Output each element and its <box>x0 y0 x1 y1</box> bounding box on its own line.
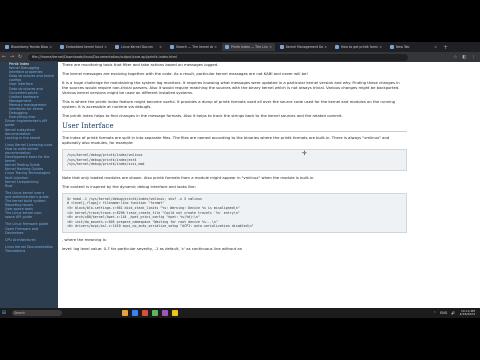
mouse-cursor-icon: ✛ <box>302 150 308 157</box>
url-field[interactable]: file:///home/kernel/Downloads/linux/Docu… <box>28 53 408 61</box>
tab-label: New Tab <box>396 45 410 49</box>
page: Printk Index Kernel Debugging Interface pr… <box>0 62 480 308</box>
tab-6[interactable]: How to get printk format s× <box>332 43 385 51</box>
tab-label: Embedded kernel funct. <box>66 45 104 49</box>
paragraph: The content is inspired by the dynamic d… <box>62 183 196 189</box>
menu-icon[interactable]: ⋮ <box>472 55 477 60</box>
tab-label: Search — The kernel development p <box>176 45 214 49</box>
forward-arrow-icon[interactable]: → <box>8 54 16 60</box>
tab-label: Bloomberg Yanida Bloom <box>11 45 49 49</box>
paragraph: , where the meaning is: <box>62 236 107 242</box>
tab-5[interactable]: Kernel Management Docum× <box>277 43 330 51</box>
tab-7[interactable]: New Tab × <box>387 43 440 51</box>
favicon-icon <box>225 45 229 49</box>
tab-1[interactable]: Embedded kernel funct. × <box>57 43 110 51</box>
close-icon[interactable]: × <box>269 45 272 49</box>
taskbar-app-icon[interactable] <box>142 310 148 316</box>
toolbar-icons: ☆ ◧ ⋮ <box>453 55 476 60</box>
taskbar-app-icon[interactable] <box>152 310 158 316</box>
tab-label: Kernel Management Docum <box>286 45 324 49</box>
volume-icon[interactable]: 🔊 <box>451 311 455 315</box>
extensions-icon[interactable]: ◧ <box>462 55 466 60</box>
url-text: file:///home/kernel/Downloads/linux/Docu… <box>32 55 177 59</box>
sidebar-item[interactable]: Translations <box>0 249 58 253</box>
new-tab-button[interactable]: + <box>443 44 448 51</box>
system-tray: ⌃ ENG 🔊 10:14 PM 4/18/2024 <box>433 309 475 317</box>
clock[interactable]: 10:14 PM 4/18/2024 <box>459 309 475 317</box>
paragraph: It is a huge challenge for maintaining t… <box>62 80 400 95</box>
back-arrow-icon[interactable]: ← <box>0 54 8 60</box>
close-icon[interactable]: × <box>324 45 327 49</box>
paragraph: The kernel messages are evolving togethe… <box>62 71 308 76</box>
clock-date: 4/18/2024 <box>459 312 475 316</box>
main-content: There are monitoring tools that filter a… <box>62 62 407 308</box>
close-icon[interactable]: × <box>104 45 107 49</box>
favicon-icon <box>170 45 174 49</box>
paragraph: Note that only loaded modules are shown.… <box>62 174 315 180</box>
paragraph: The index of printk formats are split in… <box>62 135 390 145</box>
tab-0[interactable]: Bloomberg Yanida Bloom × <box>2 43 55 51</box>
code-block: $> head -1 /sys/kernel/debug/printk/inde… <box>62 192 407 233</box>
taskbar-apps <box>122 310 178 316</box>
close-icon[interactable]: × <box>434 45 437 49</box>
paragraph: level: log level value: 0-7 for particul… <box>62 245 243 251</box>
close-icon[interactable]: × <box>159 45 162 49</box>
reload-icon[interactable]: ↻ <box>16 54 24 60</box>
taskbar: ⊞ Search ⌃ ENG 🔊 10:14 PM 4/18/2024 <box>0 308 480 318</box>
sidebar: Printk Index Kernel Debugging Interface pr… <box>0 62 58 308</box>
paragraph: There are monitoring tools that filter a… <box>62 62 219 67</box>
screen: Bloomberg Yanida Bloom × Embedded kernel … <box>0 42 480 318</box>
tab-3[interactable]: Search — The kernel development p× <box>167 43 220 51</box>
favicon-icon <box>60 45 64 49</box>
taskbar-app-icon[interactable] <box>122 310 128 316</box>
tab-label: Linux Kernel Docum <box>121 45 153 49</box>
tab-2[interactable]: Linux Kernel Docum × <box>112 43 165 51</box>
close-icon[interactable]: × <box>379 45 382 49</box>
search-placeholder: Search <box>14 311 25 315</box>
favicon-icon <box>5 45 9 49</box>
favicon-icon <box>280 45 284 49</box>
taskbar-app-icon[interactable] <box>132 310 138 316</box>
tab-4-active[interactable]: Printk Index — The Linux Kern× <box>222 43 275 51</box>
tray-item[interactable]: ⌃ <box>433 311 436 315</box>
favicon-icon <box>335 45 339 49</box>
sidebar-item[interactable]: Linux Tracing Technologies <box>0 171 58 175</box>
address-bar: ← → ↻ file:///home/kernel/Downloads/linu… <box>0 52 480 62</box>
favicon-icon <box>115 45 119 49</box>
paragraph: This is where the printk index feature m… <box>62 99 396 109</box>
letterbox-top <box>0 0 480 42</box>
taskbar-search[interactable]: Search <box>12 310 62 316</box>
taskbar-app-icon[interactable] <box>172 310 178 316</box>
paragraph: The printk index helps to find changes i… <box>62 113 343 118</box>
tab-bar: Bloomberg Yanida Bloom × Embedded kernel … <box>0 42 480 52</box>
taskbar-app-icon[interactable] <box>162 310 168 316</box>
tray-item[interactable]: ENG <box>440 311 447 315</box>
start-icon[interactable]: ⊞ <box>0 310 8 316</box>
tab-label: How to get printk format s <box>341 45 378 49</box>
favicon-icon <box>390 45 394 49</box>
code-block: /sys/kernel/debug/printk/index/vmlinux /… <box>62 149 407 171</box>
close-icon[interactable]: × <box>214 45 217 49</box>
star-icon[interactable]: ☆ <box>453 55 457 60</box>
close-icon[interactable]: × <box>49 45 52 49</box>
tab-label: Printk Index — The Linux Kern <box>231 45 268 49</box>
section-heading: User Interface <box>62 122 407 132</box>
letterbox-bottom <box>0 318 480 360</box>
